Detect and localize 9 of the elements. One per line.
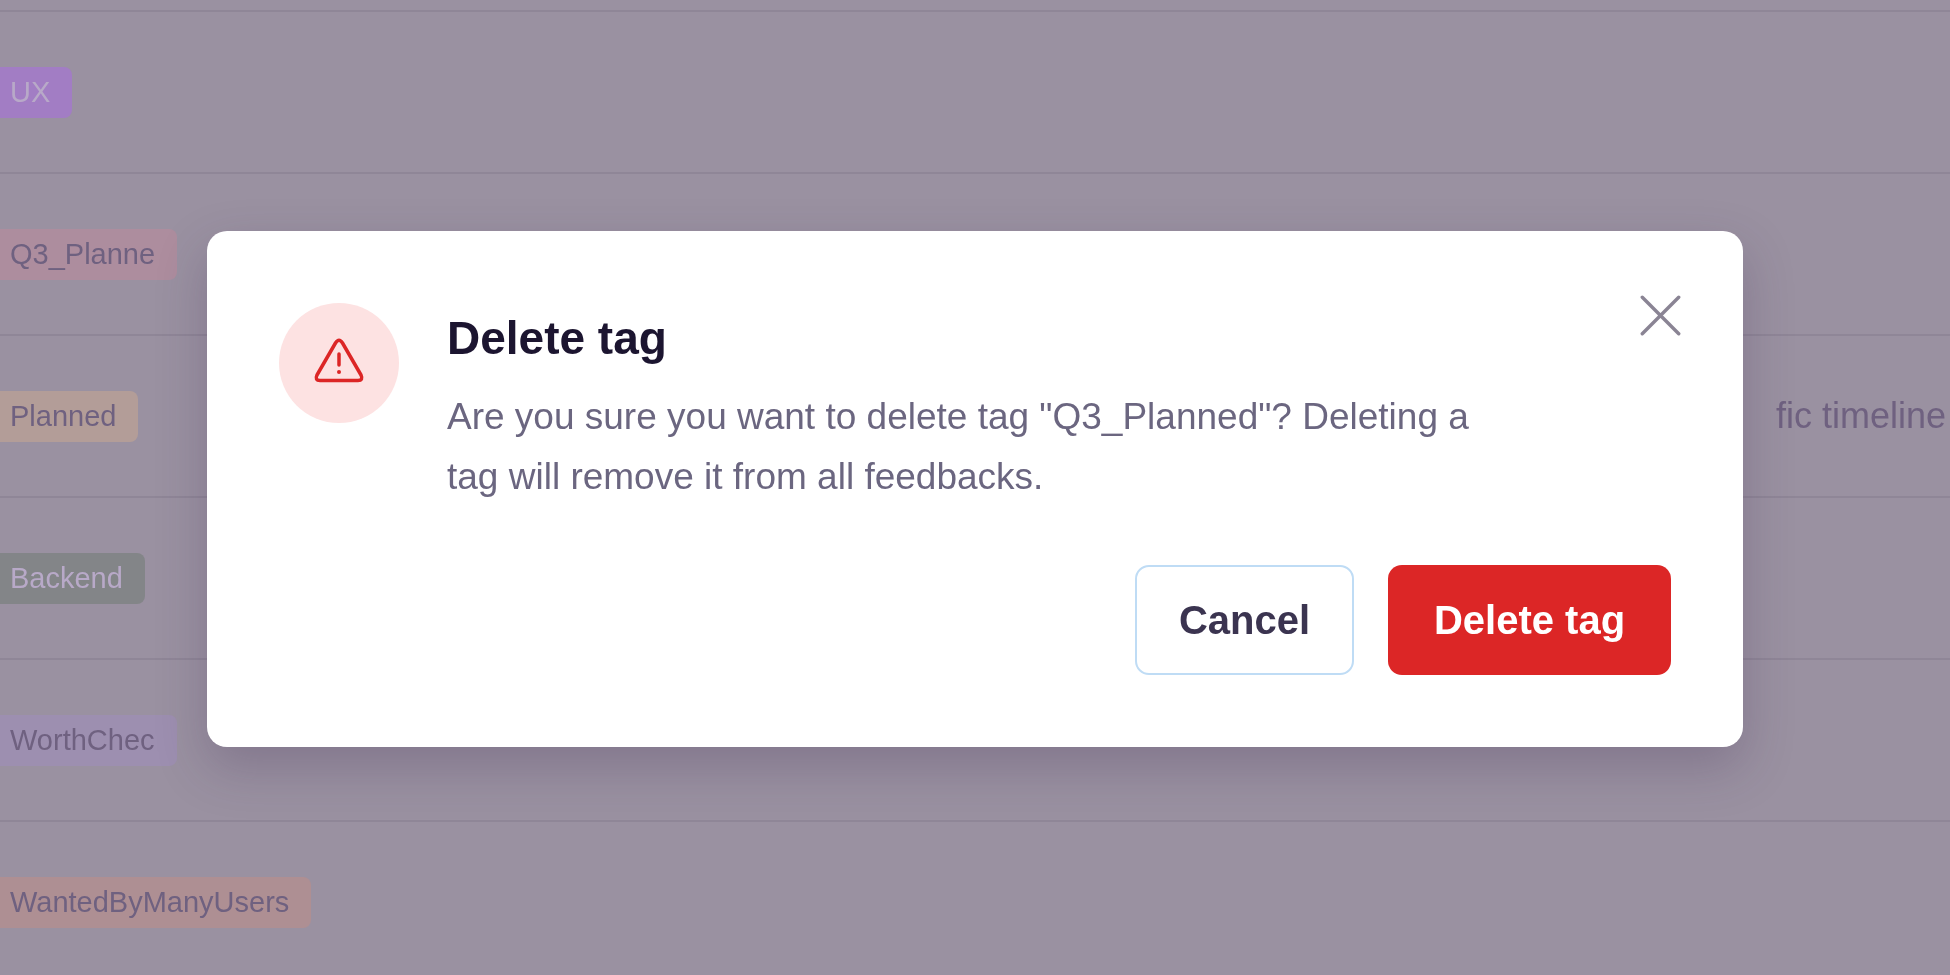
tag-label: Q3_Planne [0,228,178,280]
delete-button[interactable]: Delete tag [1388,565,1671,675]
close-icon[interactable] [1640,295,1681,336]
dialog-title: Delete tag [447,311,667,365]
tag-label: Planned [0,390,139,442]
dialog-message: Are you sure you want to delete tag "Q3_Planned"? Deleting a tag will remove it from all feedbacks. [447,395,1470,499]
cancel-button[interactable]: Cancel [1135,565,1354,675]
tag-label: Backend [0,552,145,604]
tag-label: WantedByManyUsers [0,876,312,928]
